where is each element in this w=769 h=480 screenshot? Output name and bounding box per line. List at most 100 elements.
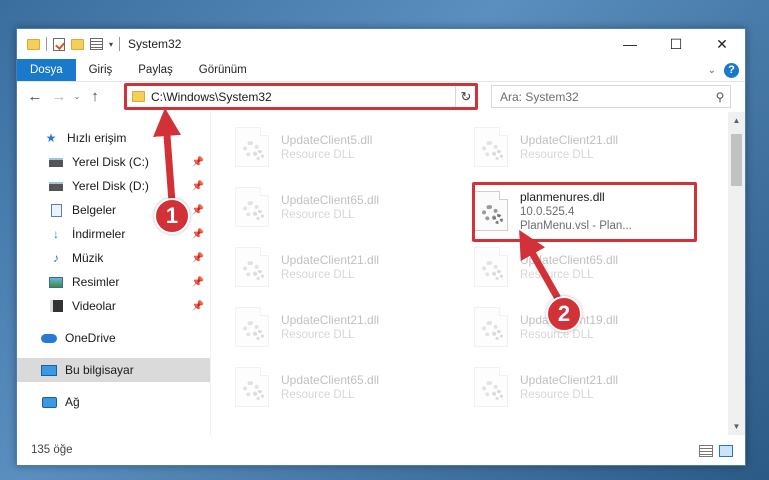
expand-ribbon-icon[interactable]: ⌄ [708,65,716,76]
file-item[interactable]: UpdateClient21.dll Resource DLL [225,240,455,294]
rename-icon[interactable] [90,38,103,50]
dll-file-icon [235,127,269,167]
file-type: Resource DLL [520,149,594,161]
tab-file[interactable]: Dosya [17,59,76,81]
cloud-icon [41,331,57,345]
ribbon-right: ⌄ ? [708,59,739,81]
maximize-button[interactable]: ☐ [653,29,699,59]
sidebar-item-label: Resimler [72,275,120,289]
quick-access-toolbar: ▾ [27,37,121,51]
file-name: UpdateClient21.dll [520,133,619,147]
back-button[interactable]: ← [23,88,47,105]
file-item[interactable]: UpdateClient21.dll Resource DLL [225,300,455,354]
sidebar-item-quick-access[interactable]: ★ Hızlı erişim [17,126,210,150]
sidebar-item-label: İndirmeler [72,227,126,241]
tiles-view-icon[interactable] [719,445,733,457]
pin-icon[interactable]: 📌 [192,205,204,216]
recent-locations-button[interactable]: ⌄ [71,92,83,101]
window-title: System32 [128,37,182,51]
navigation-pane: ★ Hızlı erişim Yerel Disk (C:) 📌 Yerel D… [17,112,211,435]
search-icon[interactable]: ⚲ [710,90,730,104]
tab-share[interactable]: Paylaş [125,59,186,81]
file-name: UpdateClient5.dll [281,133,373,147]
sidebar-item-this-pc[interactable]: Bu bilgisayar [17,358,210,382]
file-item[interactable]: UpdateClient65.dll Resource DLL [225,180,455,234]
search-box[interactable]: Ara: System32 ⚲ [491,85,731,108]
sidebar-item-label: Ağ [65,395,80,409]
sidebar-item-label: OneDrive [65,331,116,345]
pictures-icon [48,275,64,289]
sidebar-item-music[interactable]: ♪ Müzik 📌 [17,246,210,270]
details-view-icon[interactable] [699,445,713,457]
dll-file-icon [235,307,269,347]
sidebar-item-label: Videolar [72,299,116,313]
window-controls: — ☐ ✕ [607,29,745,59]
file-item[interactable]: UpdateClient21.dll Resource DLL [464,360,694,414]
main-area: ★ Hızlı erişim Yerel Disk (C:) 📌 Yerel D… [17,112,745,435]
address-text[interactable]: C:\Windows\System32 [151,90,460,104]
new-folder-icon[interactable] [71,38,84,50]
file-version: 10.0.525.4 [520,206,575,218]
forward-button[interactable]: → [47,88,71,105]
file-name: planmenures.dll [520,190,605,204]
star-icon: ★ [45,131,57,145]
refresh-button[interactable]: ↻ [455,85,477,108]
sidebar-item-pictures[interactable]: Resimler 📌 [17,270,210,294]
downloads-icon: ↓ [53,227,59,241]
pin-icon[interactable]: 📌 [192,229,204,240]
file-name: UpdateClient21.dll [281,313,380,327]
minimize-button[interactable]: — [607,29,653,59]
close-button[interactable]: ✕ [699,29,745,59]
sidebar-item-disk-c[interactable]: Yerel Disk (C:) 📌 [17,150,210,174]
search-input[interactable]: Ara: System32 [500,90,710,104]
file-type: Resource DLL [281,149,355,161]
pin-icon[interactable]: 📌 [192,157,204,168]
sidebar-item-label: Belgeler [72,203,117,217]
properties-check-icon[interactable] [53,37,65,51]
file-name: UpdateClient65.dll [520,253,619,267]
dll-file-icon [474,191,508,231]
file-item-planmenures[interactable]: planmenures.dll 10.0.525.4 PlanMenu.vsl … [464,184,694,238]
up-button[interactable]: ↑ [83,88,107,105]
sidebar-item-label: Müzik [72,251,104,265]
dll-file-icon [235,247,269,287]
step-badge-2: 2 [546,296,582,332]
folder-icon [132,91,145,102]
sidebar-item-videos[interactable]: Videolar 📌 [17,294,210,318]
vertical-scrollbar[interactable]: ▲ ▼ [728,112,745,435]
dll-file-icon [235,187,269,227]
dll-file-icon [474,367,508,407]
ribbon-tabs: Dosya Giriş Paylaş Görünüm ⌄ ? [17,59,745,81]
sidebar-item-onedrive[interactable]: OneDrive [17,326,210,350]
file-item[interactable]: UpdateClient5.dll Resource DLL [225,120,455,174]
tab-view[interactable]: Görünüm [186,59,260,81]
file-item[interactable]: UpdateClient65.dll Resource DLL [464,240,694,294]
file-type: Resource DLL [281,329,355,341]
sidebar-item-disk-d[interactable]: Yerel Disk (D:) 📌 [17,174,210,198]
address-bar[interactable]: C:\Windows\System32 ⌄ [126,85,477,108]
scroll-up-icon[interactable]: ▲ [728,112,745,129]
documents-icon [48,203,64,217]
file-description: PlanMenu.vsl - Plan... [520,220,632,232]
pin-icon[interactable]: 📌 [192,277,204,288]
dll-file-icon [235,367,269,407]
scrollbar-thumb[interactable] [731,134,742,186]
sidebar-item-network[interactable]: Ağ [17,390,210,414]
customize-toolbar-icon[interactable]: ▾ [109,40,113,49]
pin-icon[interactable]: 📌 [192,301,204,312]
network-icon [41,395,57,409]
toolbar-divider [119,37,121,51]
help-icon[interactable]: ? [724,62,739,78]
file-item[interactable]: UpdateClient21.dll Resource DLL [464,120,694,174]
file-type: Resource DLL [281,389,355,401]
title-bar: ▾ System32 — ☐ ✕ [17,29,745,59]
pin-icon[interactable]: 📌 [192,181,204,192]
explorer-window: ▾ System32 — ☐ ✕ Dosya Giriş Paylaş Görü… [16,28,746,466]
scroll-down-icon[interactable]: ▼ [728,418,745,435]
file-item[interactable]: UpdateClient65.dll Resource DLL [225,360,455,414]
pin-icon[interactable]: 📌 [192,253,204,264]
tab-home[interactable]: Giriş [76,59,126,81]
file-type: Resource DLL [281,269,355,281]
dll-file-icon [474,127,508,167]
file-name: UpdateClient65.dll [281,193,380,207]
